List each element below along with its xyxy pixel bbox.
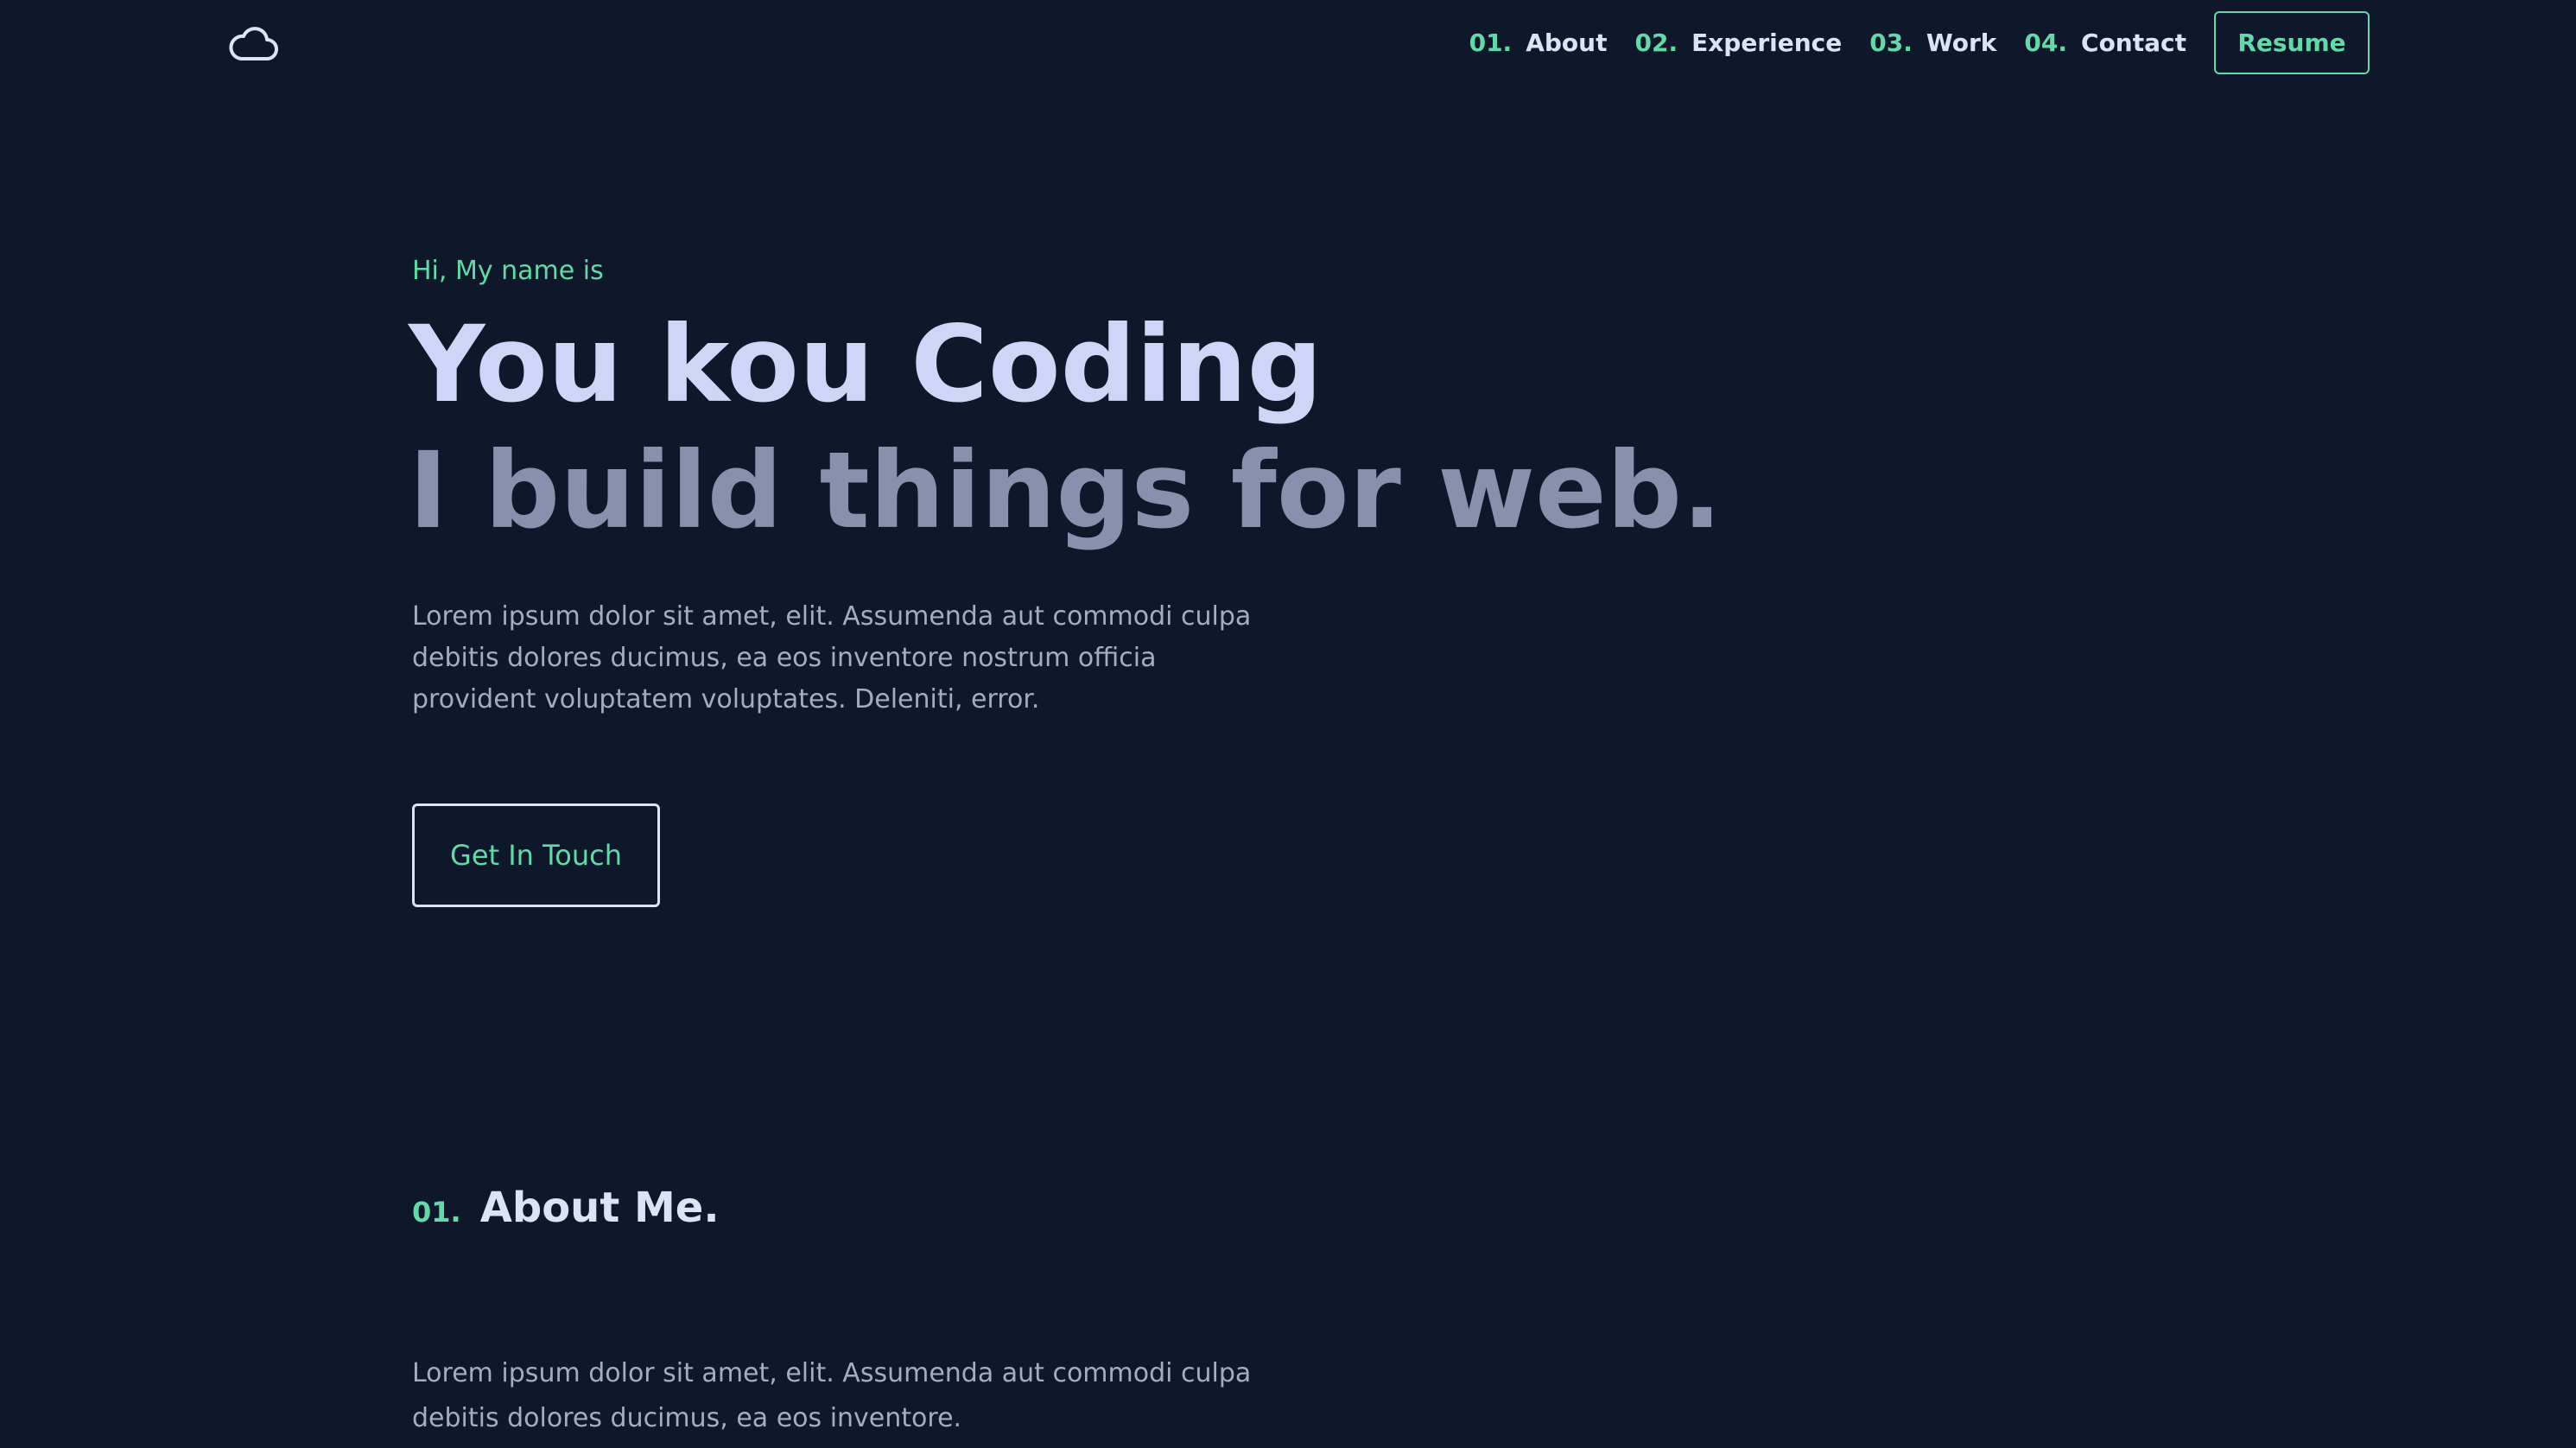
cloud-icon[interactable] <box>228 21 280 66</box>
nav-label: Work <box>1926 29 1997 57</box>
nav-number: 01. <box>1469 29 1513 57</box>
nav-number: 02. <box>1634 29 1678 57</box>
hero-description: Lorem ipsum dolor sit amet, elit. Assume… <box>412 601 1252 714</box>
get-in-touch-button[interactable]: Get In Touch <box>412 803 660 907</box>
section-title: About Me. <box>479 1184 720 1232</box>
nav-number: 03. <box>1869 29 1913 57</box>
nav-item-experience[interactable]: 02. Experience <box>1634 29 1842 57</box>
hero-name: You kou Coding <box>409 303 1323 426</box>
nav-item-about[interactable]: 01. About <box>1469 29 1608 57</box>
main-nav: 01. About 02. Experience 03. Work 04. Co… <box>1469 10 2370 76</box>
nav-item-contact[interactable]: 04. Contact <box>2024 29 2186 57</box>
portfolio-page: 01. About 02. Experience 03. Work 04. Co… <box>0 0 2576 1448</box>
hero-tagline: I build things for web. <box>409 429 1723 552</box>
resume-button[interactable]: Resume <box>2214 11 2370 74</box>
nav-label: Contact <box>2081 29 2186 57</box>
section-number: 01. <box>412 1196 461 1229</box>
about-heading: 01. About Me. <box>412 1184 720 1232</box>
hero-greeting: Hi, My name is <box>412 256 604 286</box>
nav-number: 04. <box>2024 29 2068 57</box>
nav-item-work[interactable]: 03. Work <box>1869 29 1996 57</box>
nav-label: Experience <box>1691 29 1843 57</box>
about-text: Lorem ipsum dolor sit amet, elit. Assume… <box>412 1358 1252 1433</box>
nav-label: About <box>1526 29 1608 57</box>
